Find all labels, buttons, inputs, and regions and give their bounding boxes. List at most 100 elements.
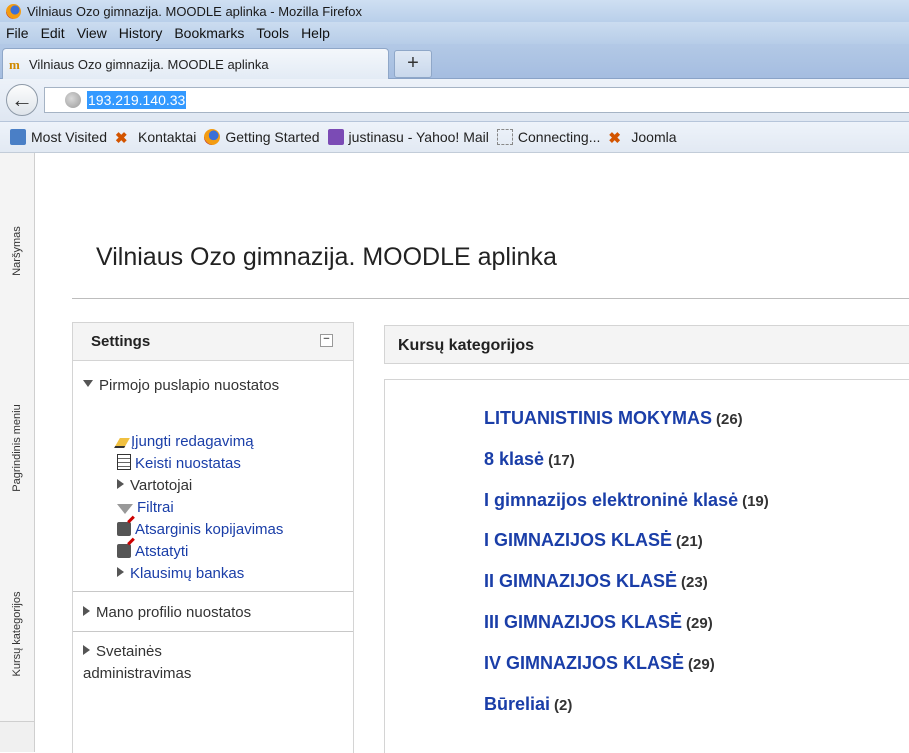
tree-separator [73, 631, 353, 632]
bookmark-kontaktai[interactable]: ✖ Kontaktai [115, 129, 197, 147]
category-count: (29) [688, 656, 715, 673]
joomla-icon: ✖ [115, 130, 128, 147]
header-divider [72, 298, 909, 299]
category-count: (23) [681, 574, 708, 591]
menu-bookmarks[interactable]: Bookmarks [168, 25, 250, 41]
menu-view[interactable]: View [71, 25, 113, 41]
category-item: I GIMNAZIJOS KLASĖ (21) [484, 530, 703, 551]
category-link[interactable]: I gimnazijos elektroninė klasė [484, 490, 738, 510]
bookmark-label: Connecting... [517, 129, 601, 145]
category-count: (17) [548, 452, 575, 469]
bookmark-yahoo-mail[interactable]: justinasu - Yahoo! Mail [327, 129, 489, 145]
category-count: (19) [742, 493, 769, 510]
back-button[interactable]: ← [6, 84, 38, 116]
tree-item-question-bank[interactable]: Klausimų bankas [117, 563, 244, 585]
menu-history[interactable]: History [113, 25, 169, 41]
course-categories-title: Kursų kategorijos [398, 337, 535, 354]
tree-separator [73, 591, 353, 592]
collapsed-arrow-icon [83, 606, 90, 616]
settings-block: Settings − Pirmojo puslapio nuostatos Įj… [72, 322, 354, 753]
dock-tab-main-menu[interactable]: Pagrindinis meniu [0, 349, 34, 548]
menu-edit[interactable]: Edit [35, 25, 71, 41]
joomla-icon: ✖ [608, 130, 621, 147]
collapse-icon[interactable]: − [320, 334, 333, 347]
bookmark-label: Getting Started [225, 129, 320, 145]
menu-file[interactable]: File [0, 25, 35, 41]
tree-item-users[interactable]: Vartotojai [117, 475, 192, 497]
category-link[interactable]: III GIMNAZIJOS KLASĖ [484, 612, 682, 632]
settings-title: Settings [91, 333, 151, 350]
mail-icon [327, 129, 344, 145]
bookmark-joomla[interactable]: ✖ Joomla [608, 129, 677, 147]
firefox-logo-icon [6, 3, 21, 19]
page-content: Naršymas Pagrindinis meniu Kursų kategor… [0, 153, 909, 753]
bookmark-label: Most Visited [31, 129, 107, 145]
category-link[interactable]: Būreliai [484, 694, 550, 714]
menu-bar: File Edit View History Bookmarks Tools H… [0, 22, 909, 44]
bookmark-getting-started[interactable]: Getting Started [204, 129, 320, 145]
dock-tab-course-categories[interactable]: Kursų kategorijos [0, 547, 34, 722]
tree-item-backup[interactable]: Atsarginis kopijavimas [117, 519, 283, 541]
category-item: IV GIMNAZIJOS KLASĖ (29) [484, 653, 715, 674]
course-categories-header: Kursų kategorijos [384, 325, 909, 364]
category-link[interactable]: I GIMNAZIJOS KLASĖ [484, 530, 672, 550]
document-icon [117, 454, 131, 470]
tree-item-filters[interactable]: Filtrai [117, 497, 174, 519]
tree-item-front-page-settings[interactable]: Pirmojo puslapio nuostatos [83, 375, 283, 397]
tree-label: Vartotojai [130, 477, 193, 494]
dock-tab-label: Kursų kategorijos [11, 591, 23, 677]
filter-icon [117, 504, 133, 514]
menu-tools[interactable]: Tools [250, 25, 295, 41]
tree-link[interactable]: Klausimų bankas [130, 565, 244, 582]
category-count: (21) [676, 533, 703, 550]
bookmark-label: justinasu - Yahoo! Mail [348, 129, 489, 145]
dock-tab-navigation[interactable]: Naršymas [0, 153, 34, 350]
tree-link[interactable]: Atsarginis kopijavimas [135, 521, 283, 538]
tree-link[interactable]: Keisti nuostatas [135, 455, 241, 472]
loading-icon [496, 129, 513, 145]
bookmarks-toolbar: Most Visited ✖ Kontaktai Getting Started… [0, 122, 909, 153]
backup-icon [117, 522, 131, 536]
window-titlebar: Vilniaus Ozo gimnazija. MOODLE aplinka -… [0, 0, 909, 22]
navigation-bar: ← 193.219.140.33 [0, 79, 909, 122]
tree-item-edit-settings[interactable]: Keisti nuostatas [117, 453, 241, 475]
new-tab-button[interactable]: + [394, 50, 432, 78]
url-text[interactable]: 193.219.140.33 [87, 91, 187, 109]
category-item: II GIMNAZIJOS KLASĖ (23) [484, 571, 708, 592]
url-bar[interactable]: 193.219.140.33 [44, 87, 909, 113]
firefox-icon [204, 129, 221, 145]
category-link[interactable]: IV GIMNAZIJOS KLASĖ [484, 653, 684, 673]
tree-item-turn-editing-on[interactable]: Įjungti redagavimą [114, 431, 254, 453]
tab-title: Vilniaus Ozo gimnazija. MOODLE aplinka [29, 56, 269, 72]
category-item: III GIMNAZIJOS KLASĖ (29) [484, 612, 713, 633]
dock-tab-label: Pagrindinis meniu [11, 404, 23, 492]
bookmark-most-visited[interactable]: Most Visited [10, 129, 107, 145]
category-item: LITUANISTINIS MOKYMAS (26) [484, 408, 743, 429]
bookmark-label: Kontaktai [138, 129, 197, 145]
tree-link[interactable]: Atstatyti [135, 543, 188, 560]
category-link[interactable]: 8 klasė [484, 449, 544, 469]
category-count: (26) [716, 411, 743, 428]
tree-item-site-administration[interactable]: Svetainės administravimas [83, 641, 263, 685]
category-count: (2) [554, 697, 573, 714]
tab-moodle[interactable]: m Vilniaus Ozo gimnazija. MOODLE aplinka [2, 48, 389, 79]
tree-label: Svetainės administravimas [83, 643, 192, 682]
moodle-favicon-icon: m [9, 57, 20, 72]
tree-link[interactable]: Įjungti redagavimą [131, 433, 254, 450]
tree-item-my-profile-settings[interactable]: Mano profilio nuostatos [83, 602, 251, 624]
collapsed-arrow-icon [83, 645, 90, 655]
collapsed-arrow-icon [117, 479, 124, 489]
settings-header: Settings − [73, 323, 353, 361]
tree-item-restore[interactable]: Atstatyti [117, 541, 188, 563]
category-link[interactable]: LITUANISTINIS MOKYMAS [484, 408, 712, 428]
tree-link[interactable]: Filtrai [137, 499, 174, 516]
collapsed-arrow-icon [117, 567, 124, 577]
globe-icon [65, 92, 81, 108]
bookmark-connecting[interactable]: Connecting... [496, 129, 601, 145]
bookmark-label: Joomla [631, 129, 677, 145]
category-item: Būreliai (2) [484, 694, 572, 715]
category-link[interactable]: II GIMNAZIJOS KLASĖ [484, 571, 677, 591]
restore-icon [117, 544, 131, 558]
category-item: I gimnazijos elektroninė klasė (19) [484, 490, 769, 511]
menu-help[interactable]: Help [295, 25, 336, 41]
